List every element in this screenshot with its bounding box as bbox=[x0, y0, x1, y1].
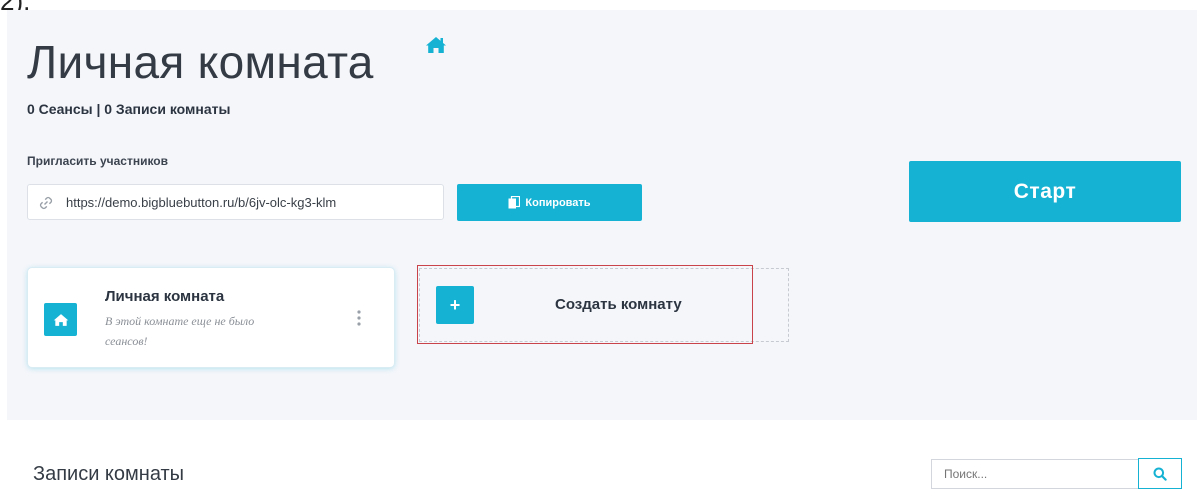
home-icon bbox=[426, 37, 446, 53]
room-stats: 0 Сеансы | 0 Записи комнаты bbox=[27, 101, 231, 117]
copy-icon bbox=[508, 196, 521, 209]
invite-url-input[interactable] bbox=[66, 185, 436, 219]
search-icon bbox=[1153, 467, 1167, 481]
search-button[interactable] bbox=[1138, 458, 1182, 489]
create-room-label[interactable]: Создать комнату bbox=[555, 296, 682, 313]
room-card-icon bbox=[44, 303, 77, 336]
start-button-label: Старт bbox=[1013, 179, 1077, 203]
search-input[interactable] bbox=[931, 459, 1139, 489]
room-card-subtitle: В этой комнате еще не было сеансов! bbox=[105, 314, 255, 348]
room-card-title: Личная комната bbox=[105, 288, 225, 305]
home-icon bbox=[53, 313, 68, 326]
kebab-menu-icon[interactable] bbox=[354, 308, 364, 328]
invite-label: Пригласить участников bbox=[27, 154, 169, 168]
invite-url-field[interactable] bbox=[27, 184, 444, 220]
copy-button[interactable]: Копировать bbox=[457, 184, 642, 221]
recordings-title: Записи комнаты bbox=[33, 463, 185, 485]
plus-icon[interactable]: + bbox=[436, 286, 474, 324]
page-title: Личная комната bbox=[27, 36, 374, 88]
start-button[interactable]: Старт bbox=[909, 161, 1181, 222]
room-card[interactable]: Личная комната В этой комнате еще не был… bbox=[28, 268, 394, 367]
link-icon bbox=[39, 196, 53, 210]
copy-button-label: Копировать bbox=[525, 196, 591, 209]
